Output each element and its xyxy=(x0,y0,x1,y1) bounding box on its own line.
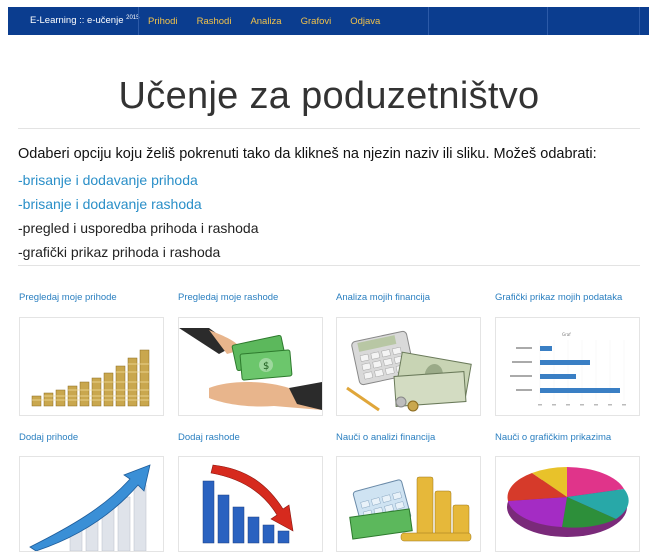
nav-divider xyxy=(428,7,429,35)
nav-link-analiza[interactable]: Analiza xyxy=(250,16,281,27)
card-title-learn-charts[interactable]: Nauči o grafičkim prikazima xyxy=(495,432,611,443)
nav-divider xyxy=(639,7,640,35)
nav-link-rashodi[interactable]: Rashodi xyxy=(197,16,232,27)
coin-stacks-growth-image[interactable] xyxy=(19,317,164,416)
card-title-view-income[interactable]: Pregledaj moje prihode xyxy=(19,292,117,303)
nav-divider xyxy=(138,7,139,35)
page-title: Učenje za poduzetništvo xyxy=(118,75,540,117)
card-title-view-expenses[interactable]: Pregledaj moje rashode xyxy=(178,292,278,303)
calculator-coins-image[interactable] xyxy=(336,456,481,552)
money-handover-image[interactable]: $ xyxy=(178,317,323,416)
nav-link-grafovi[interactable]: Grafovi xyxy=(301,16,332,27)
pie-chart-image[interactable] xyxy=(495,456,640,552)
divider xyxy=(18,128,640,129)
falling-arrow-chart-image[interactable] xyxy=(178,456,323,552)
option-compare-text: -pregled i usporedba prihoda i rashoda xyxy=(18,220,259,236)
card-title-data-charts[interactable]: Grafički prikaz mojih podataka xyxy=(495,292,622,303)
svg-text:Graf: Graf xyxy=(562,332,571,337)
option-income-link[interactable]: -brisanje i dodavanje prihoda xyxy=(18,172,198,188)
card-title-add-expenses[interactable]: Dodaj rashode xyxy=(178,432,240,443)
card-title-learn-analysis[interactable]: Nauči o analizi financija xyxy=(336,432,435,443)
brand[interactable]: E-Learning :: e-učenje 2015 xyxy=(8,15,148,26)
nav-link-prihodi[interactable]: Prihodi xyxy=(148,16,178,27)
card-title-financial-analysis[interactable]: Analiza mojih financija xyxy=(336,292,430,303)
option-chart-text: -grafički prikaz prihoda i rashoda xyxy=(18,244,221,260)
top-navbar: E-Learning :: e-učenje 2015 Prihodi Rash… xyxy=(8,7,649,35)
intro-text: Odaberi opciju koju želiš pokrenuti tako… xyxy=(18,146,597,162)
rising-arrow-chart-image[interactable] xyxy=(19,456,164,552)
card-title-add-income[interactable]: Dodaj prihode xyxy=(19,432,78,443)
svg-text:$: $ xyxy=(263,361,269,372)
nav-link-odjava[interactable]: Odjava xyxy=(350,16,380,27)
calculator-money-image[interactable] xyxy=(336,317,481,416)
nav-divider xyxy=(547,7,548,35)
divider xyxy=(18,265,640,266)
option-expense-link[interactable]: -brisanje i dodavanje rashoda xyxy=(18,196,202,212)
bar-chart-image[interactable]: Graf xyxy=(495,317,640,416)
